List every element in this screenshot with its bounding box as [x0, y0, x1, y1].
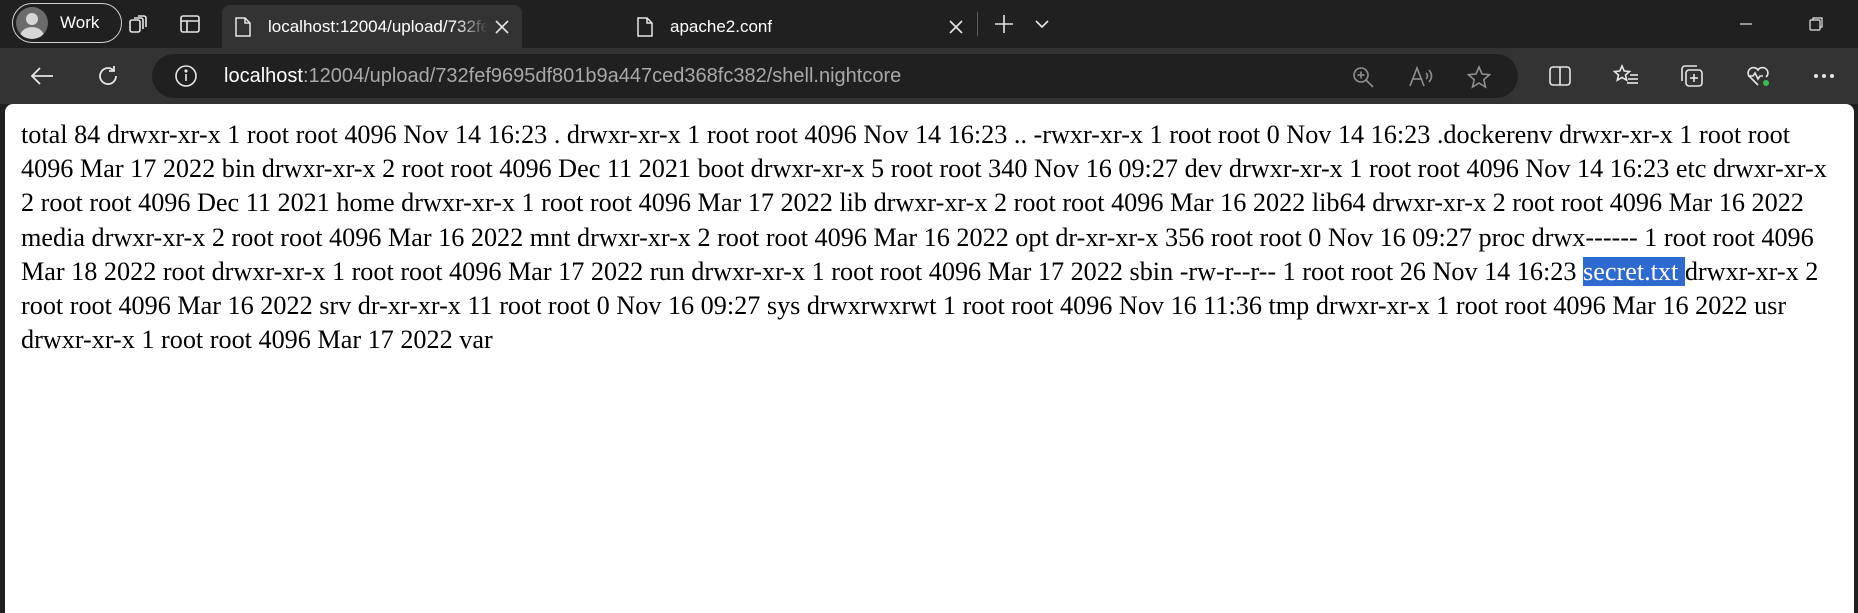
restore-icon [1809, 17, 1823, 31]
listing-text: total 84 drwxr-xr-x 1 root root 4096 Nov… [21, 120, 1834, 286]
chevron-down-icon [1035, 20, 1049, 29]
read-aloud-icon[interactable] [1406, 62, 1436, 92]
profile-button[interactable]: Work [12, 3, 122, 43]
workspaces-button[interactable] [120, 6, 156, 42]
split-screen-icon [1549, 66, 1571, 86]
minimize-icon [1740, 23, 1752, 25]
selected-text: secret.txt [1583, 256, 1685, 286]
url-text[interactable]: localhost:12004/upload/732fef9695df801b9… [224, 65, 901, 88]
split-screen-button[interactable] [1542, 58, 1578, 94]
url-path: :12004/upload/732fef9695df801b9a447ced36… [302, 65, 902, 87]
avatar [16, 7, 48, 39]
document-icon [634, 16, 656, 38]
new-tab-button[interactable] [986, 6, 1022, 42]
page-content: total 84 drwxr-xr-x 1 root root 4096 Nov… [5, 104, 1854, 613]
directory-listing: total 84 drwxr-xr-x 1 root root 4096 Nov… [21, 118, 1841, 357]
workspaces-icon [129, 15, 147, 33]
zoom-icon[interactable] [1348, 62, 1378, 92]
tab-actions-button[interactable] [172, 6, 208, 42]
back-button[interactable] [24, 58, 60, 94]
favorites-list-icon [1613, 64, 1638, 84]
heart-pulse-icon [1747, 66, 1769, 86]
tab-apache2-conf[interactable]: apache2.conf [624, 5, 976, 48]
restore-button[interactable] [1798, 6, 1834, 42]
tab-list-button[interactable] [1024, 6, 1060, 42]
refresh-button[interactable] [90, 58, 126, 94]
navigation-toolbar: localhost:12004/upload/732fef9695df801b9… [0, 48, 1858, 104]
refresh-icon [99, 66, 117, 85]
profile-label: Work [60, 13, 100, 32]
tab-separator [977, 12, 978, 36]
tab-title: apache2.conf [670, 16, 773, 36]
tab-strip: Work localhost:12004/upload/732fef9695df… [0, 0, 1858, 48]
more-horizontal-icon [1814, 74, 1834, 78]
minimize-button[interactable] [1728, 6, 1764, 42]
address-bar[interactable]: localhost:12004/upload/732fef9695df801b9… [152, 54, 1518, 98]
document-icon [232, 16, 254, 38]
plus-icon [995, 15, 1013, 33]
tab-shell[interactable]: localhost:12004/upload/732fef9695df801b9… [222, 5, 522, 48]
favorite-star-icon[interactable] [1464, 62, 1494, 92]
close-tab-icon[interactable] [492, 17, 512, 37]
favorites-button[interactable] [1608, 58, 1644, 94]
url-host: localhost [224, 65, 303, 87]
browser-essentials-button[interactable] [1740, 58, 1776, 94]
collections-icon [1681, 65, 1703, 87]
settings-menu-button[interactable] [1806, 58, 1842, 94]
tab-title: localhost:12004/upload/732fef9695df801b9… [268, 16, 488, 36]
arrow-left-icon [30, 67, 53, 85]
collections-button[interactable] [1674, 58, 1710, 94]
close-tab-icon[interactable] [946, 17, 966, 37]
site-info-icon[interactable] [174, 64, 198, 93]
tab-actions-icon [180, 15, 200, 33]
